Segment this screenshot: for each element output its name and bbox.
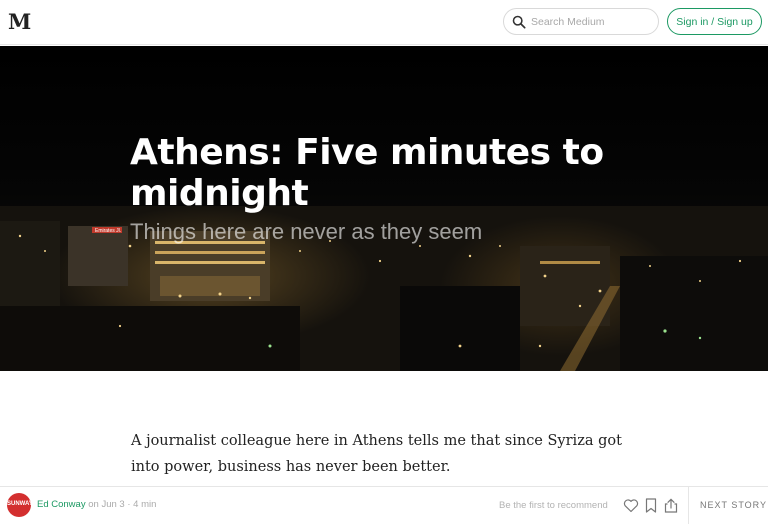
author-link[interactable]: Ed Conway: [37, 499, 86, 510]
article-paragraph: A journalist colleague here in Athens te…: [131, 433, 622, 475]
building-sign: Emirates Jl.: [95, 228, 121, 234]
share-icon[interactable]: [662, 496, 680, 514]
bottom-bar: SUNWAY Ed Conway on Jun 3 · 4 min Be the…: [0, 486, 768, 524]
post-date: on Jun 3: [88, 499, 125, 510]
avatar-label: SUNWAY: [7, 501, 31, 507]
meta-separator: ·: [127, 499, 131, 510]
search-box[interactable]: [503, 8, 659, 35]
article-subtitle: Things here are never as they seem: [130, 219, 483, 244]
bookmark-icon[interactable]: [642, 496, 660, 514]
read-time: 4 min: [133, 499, 157, 510]
post-meta: Ed Conway on Jun 3 · 4 min: [37, 499, 156, 510]
search-icon: [512, 15, 526, 29]
medium-logo[interactable]: M: [8, 9, 31, 34]
top-bar: M Sign in / Sign up: [0, 0, 768, 45]
avatar[interactable]: SUNWAY: [7, 493, 31, 517]
signin-button[interactable]: Sign in / Sign up: [667, 8, 762, 35]
article-title: Athens: Five minutes to midnight: [130, 132, 604, 214]
recommend-prompt: Be the first to recommend: [499, 500, 608, 511]
heart-icon[interactable]: [622, 496, 640, 514]
search-input[interactable]: [531, 15, 651, 28]
bar-divider: [688, 487, 689, 524]
next-story-button[interactable]: NEXT STORY: [700, 500, 767, 510]
hero-image: Emirates Jl. Athens: Five minutes to mid…: [0, 46, 768, 371]
